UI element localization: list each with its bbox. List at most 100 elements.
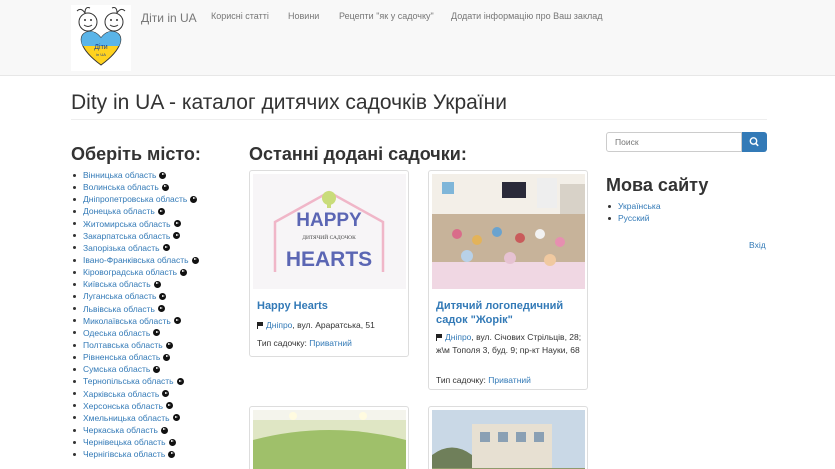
top-navbar: Діти in UA Діти in UA Корисні статті Нов… xyxy=(0,0,835,76)
region-link[interactable]: Донецька область xyxy=(83,205,155,217)
bullet xyxy=(73,197,76,201)
search-input[interactable] xyxy=(606,132,742,152)
region-link[interactable]: Полтавська область xyxy=(83,339,163,351)
chevron-right-circle-icon[interactable] xyxy=(168,438,176,446)
nav-item-news[interactable]: Новини xyxy=(288,11,319,21)
bullet xyxy=(73,307,76,311)
language-link-ukrainian[interactable]: Українська xyxy=(618,200,661,212)
region-link[interactable]: Тернопільська область xyxy=(83,375,174,387)
region-link[interactable]: Дніпропетровська область xyxy=(83,193,187,205)
login-link[interactable]: Вхід xyxy=(749,240,766,250)
region-item: Хмельницька область xyxy=(73,412,199,424)
region-link[interactable]: Запорізька область xyxy=(83,242,160,254)
region-link[interactable]: Чернівецька область xyxy=(83,436,166,448)
nav-item-articles[interactable]: Корисні статті xyxy=(211,11,269,21)
card-address: Дніпро, вул. Араратська, 51 xyxy=(257,319,407,332)
brand-link[interactable]: Діти in UA xyxy=(141,11,197,25)
chevron-right-circle-icon[interactable] xyxy=(157,305,165,313)
region-link[interactable]: Закарпатська область xyxy=(83,230,170,242)
chevron-right-circle-icon[interactable] xyxy=(173,232,181,240)
region-link[interactable]: Чернігівська область xyxy=(83,448,165,460)
kindergarten-card xyxy=(428,406,588,469)
region-link[interactable]: Київська область xyxy=(83,278,151,290)
flag-icon xyxy=(436,334,442,341)
region-item: Миколаївська область xyxy=(73,315,199,327)
region-link[interactable]: Івано-Франківська область xyxy=(83,254,189,266)
search-icon xyxy=(749,137,759,147)
site-logo[interactable]: Діти in UA xyxy=(71,5,131,71)
region-link[interactable]: Одеська область xyxy=(83,327,150,339)
region-link[interactable]: Рівненська область xyxy=(83,351,160,363)
region-link[interactable]: Хмельницька область xyxy=(83,412,170,424)
city-link[interactable]: Дніпро xyxy=(445,332,471,342)
nav-item-add-info[interactable]: Додати інформацію про Ваш заклад xyxy=(451,11,603,21)
region-item: Полтавська область xyxy=(73,339,199,351)
type-link[interactable]: Приватний xyxy=(488,375,531,385)
chevron-right-circle-icon[interactable] xyxy=(153,329,161,337)
bullet xyxy=(73,379,76,383)
region-item: Сумська область xyxy=(73,363,199,375)
chevron-right-circle-icon[interactable] xyxy=(173,317,181,325)
bullet xyxy=(73,392,76,396)
nav-item-recipes[interactable]: Рецепти "як у садочку" xyxy=(339,11,434,21)
card-image[interactable] xyxy=(432,410,585,469)
region-list: Вінницька область Волинська область Дніпро… xyxy=(73,169,199,460)
card-image[interactable] xyxy=(253,410,406,469)
logo-line-1: HAPPY xyxy=(296,210,362,231)
card-title[interactable]: Дитячий логопедичний садок "Жорік" xyxy=(436,299,586,327)
region-item: Житомирська область xyxy=(73,218,199,230)
card-image-happy-hearts[interactable]: HAPPY ДИТЯЧИЙ САДОЧОК HEARTS xyxy=(253,174,406,289)
kindergarten-card xyxy=(249,406,409,469)
chevron-right-circle-icon[interactable] xyxy=(190,195,198,203)
logo-subtext: in UA xyxy=(96,52,106,57)
region-link[interactable]: Вінницька область xyxy=(83,169,156,181)
chevron-right-circle-icon[interactable] xyxy=(153,365,161,373)
chevron-right-circle-icon[interactable] xyxy=(159,171,167,179)
bullet xyxy=(73,294,76,298)
region-link[interactable]: Житомирська область xyxy=(83,218,171,230)
region-link[interactable]: Черкаська область xyxy=(83,424,158,436)
chevron-right-circle-icon[interactable] xyxy=(173,220,181,228)
chevron-right-circle-icon[interactable] xyxy=(172,414,180,422)
chevron-right-circle-icon[interactable] xyxy=(159,292,167,300)
page-title: Dity in UA - каталог дитячих садочків Ук… xyxy=(71,91,507,114)
chevron-right-circle-icon[interactable] xyxy=(153,280,161,288)
chevron-right-circle-icon[interactable] xyxy=(162,244,170,252)
region-link[interactable]: Кіровоградська область xyxy=(83,266,177,278)
type-link[interactable]: Приватний xyxy=(309,338,352,348)
search-button[interactable] xyxy=(742,132,767,152)
region-link[interactable]: Харківська область xyxy=(83,388,159,400)
bullet xyxy=(73,270,76,274)
language-list: Українська Русский xyxy=(608,200,661,224)
chevron-right-circle-icon[interactable] xyxy=(157,207,165,215)
logo-line-2: HEARTS xyxy=(286,248,372,271)
chevron-right-circle-icon[interactable] xyxy=(166,402,174,410)
chevron-right-circle-icon[interactable] xyxy=(176,377,184,385)
city-link[interactable]: Дніпро xyxy=(266,320,292,330)
region-link[interactable]: Сумська область xyxy=(83,363,150,375)
region-link[interactable]: Луганська область xyxy=(83,290,156,302)
bullet xyxy=(73,452,76,456)
chevron-right-circle-icon[interactable] xyxy=(165,341,173,349)
bullet xyxy=(73,282,76,286)
card-image-zhorik[interactable] xyxy=(432,174,585,289)
region-link[interactable]: Львівська область xyxy=(83,303,155,315)
region-item: Закарпатська область xyxy=(73,230,199,242)
card-title[interactable]: Happy Hearts xyxy=(257,299,405,313)
region-link[interactable]: Волинська область xyxy=(83,181,159,193)
language-link-russian[interactable]: Русский xyxy=(618,212,650,224)
flag-icon xyxy=(257,322,263,329)
bullet xyxy=(73,173,76,177)
chevron-right-circle-icon[interactable] xyxy=(163,353,171,361)
chevron-right-circle-icon[interactable] xyxy=(160,426,168,434)
chevron-right-circle-icon[interactable] xyxy=(162,390,170,398)
chevron-right-circle-icon[interactable] xyxy=(180,268,188,276)
region-item: Луганська область xyxy=(73,290,199,302)
chevron-right-circle-icon[interactable] xyxy=(168,450,176,458)
region-link[interactable]: Миколаївська область xyxy=(83,315,171,327)
card-type: Тип садочку: Приватний xyxy=(257,338,352,348)
chevron-right-circle-icon[interactable] xyxy=(161,183,169,191)
chevron-right-circle-icon[interactable] xyxy=(191,256,199,264)
region-item: Запорізька область xyxy=(73,242,199,254)
region-link[interactable]: Херсонська область xyxy=(83,400,163,412)
